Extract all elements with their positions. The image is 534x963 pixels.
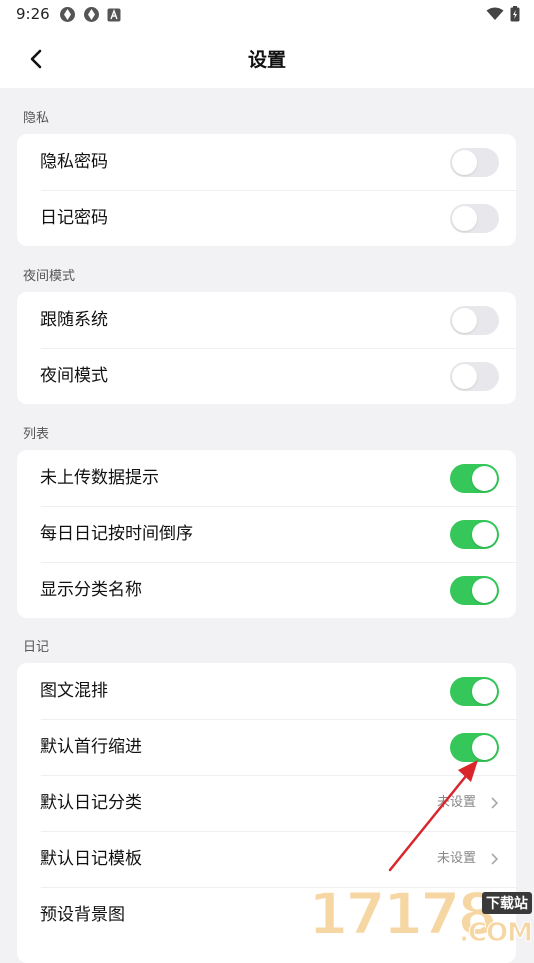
first-line-indent-toggle[interactable] [450, 733, 499, 762]
setting-label: 日记密码 [40, 208, 108, 228]
night-mode-toggle[interactable] [450, 362, 499, 391]
setting-label: 默认日记模板 [40, 849, 142, 869]
setting-row-unuploaded-hint[interactable]: 未上传数据提示 [17, 450, 516, 506]
battery-icon [510, 6, 520, 22]
setting-label: 图文混排 [40, 681, 108, 701]
status-system-icons [486, 6, 520, 22]
app-notification-icon [84, 7, 99, 22]
section-label-diary: 日记 [23, 640, 50, 655]
status-time: 9:26 [16, 5, 50, 23]
setting-label: 默认首行缩进 [40, 737, 142, 757]
night-mode-card: 跟随系统 夜间模式 [17, 292, 516, 404]
toggle-knob [472, 466, 497, 491]
setting-label: 默认日记分类 [40, 793, 142, 813]
status-notification-icons [59, 6, 121, 23]
setting-row-show-category[interactable]: 显示分类名称 [17, 562, 516, 618]
chevron-right-icon [491, 853, 499, 865]
toggle-knob [452, 364, 477, 389]
status-bar: 9:26 [0, 0, 534, 30]
setting-row-default-category[interactable]: 默认日记分类 未设置 [17, 775, 516, 831]
toggle-knob [472, 522, 497, 547]
section-label-night-mode: 夜间模式 [23, 269, 76, 284]
setting-label: 未上传数据提示 [40, 468, 159, 488]
toggle-knob [452, 206, 477, 231]
setting-label: 每日日记按时间倒序 [40, 524, 193, 544]
section-label-list: 列表 [23, 427, 50, 442]
chevron-right-icon [491, 797, 499, 809]
toggle-knob [472, 679, 497, 704]
setting-row-mixed-layout[interactable]: 图文混排 [17, 663, 516, 719]
font-notification-icon [107, 8, 121, 21]
watermark-tag: 下载站 [482, 892, 532, 914]
page-title: 设置 [247, 49, 286, 71]
unuploaded-hint-toggle[interactable] [450, 464, 499, 493]
app-notification-icon [60, 7, 75, 22]
follow-system-toggle[interactable] [450, 306, 499, 335]
site-watermark-logo: 17178 下载站 .COM [307, 878, 534, 950]
privacy-password-toggle[interactable] [450, 148, 499, 177]
toggle-knob [452, 150, 477, 175]
setting-row-first-line-indent[interactable]: 默认首行缩进 [17, 719, 516, 775]
reverse-order-toggle[interactable] [450, 520, 499, 549]
show-category-toggle[interactable] [450, 576, 499, 605]
setting-label: 预设背景图 [40, 905, 125, 925]
setting-label: 显示分类名称 [40, 580, 142, 600]
privacy-card: 隐私密码 日记密码 [17, 134, 516, 246]
list-card: 未上传数据提示 每日日记按时间倒序 显示分类名称 [17, 450, 516, 618]
section-label-privacy: 隐私 [23, 111, 50, 126]
setting-row-night-mode[interactable]: 夜间模式 [17, 348, 516, 404]
watermark-suffix: .COM [459, 918, 534, 949]
setting-label: 夜间模式 [40, 366, 108, 386]
toggle-knob [472, 578, 497, 603]
toggle-knob [452, 308, 477, 333]
header-bar: 设置 [0, 30, 534, 88]
setting-value: 未设置 [436, 795, 476, 810]
diary-password-toggle[interactable] [450, 204, 499, 233]
setting-label: 跟随系统 [40, 310, 108, 330]
toggle-knob [472, 735, 497, 760]
wifi-icon [486, 7, 504, 20]
setting-label: 隐私密码 [40, 152, 108, 172]
setting-row-diary-password[interactable]: 日记密码 [17, 190, 516, 246]
setting-row-follow-system[interactable]: 跟随系统 [17, 292, 516, 348]
setting-row-reverse-order[interactable]: 每日日记按时间倒序 [17, 506, 516, 562]
mixed-layout-toggle[interactable] [450, 677, 499, 706]
setting-row-privacy-password[interactable]: 隐私密码 [17, 134, 516, 190]
